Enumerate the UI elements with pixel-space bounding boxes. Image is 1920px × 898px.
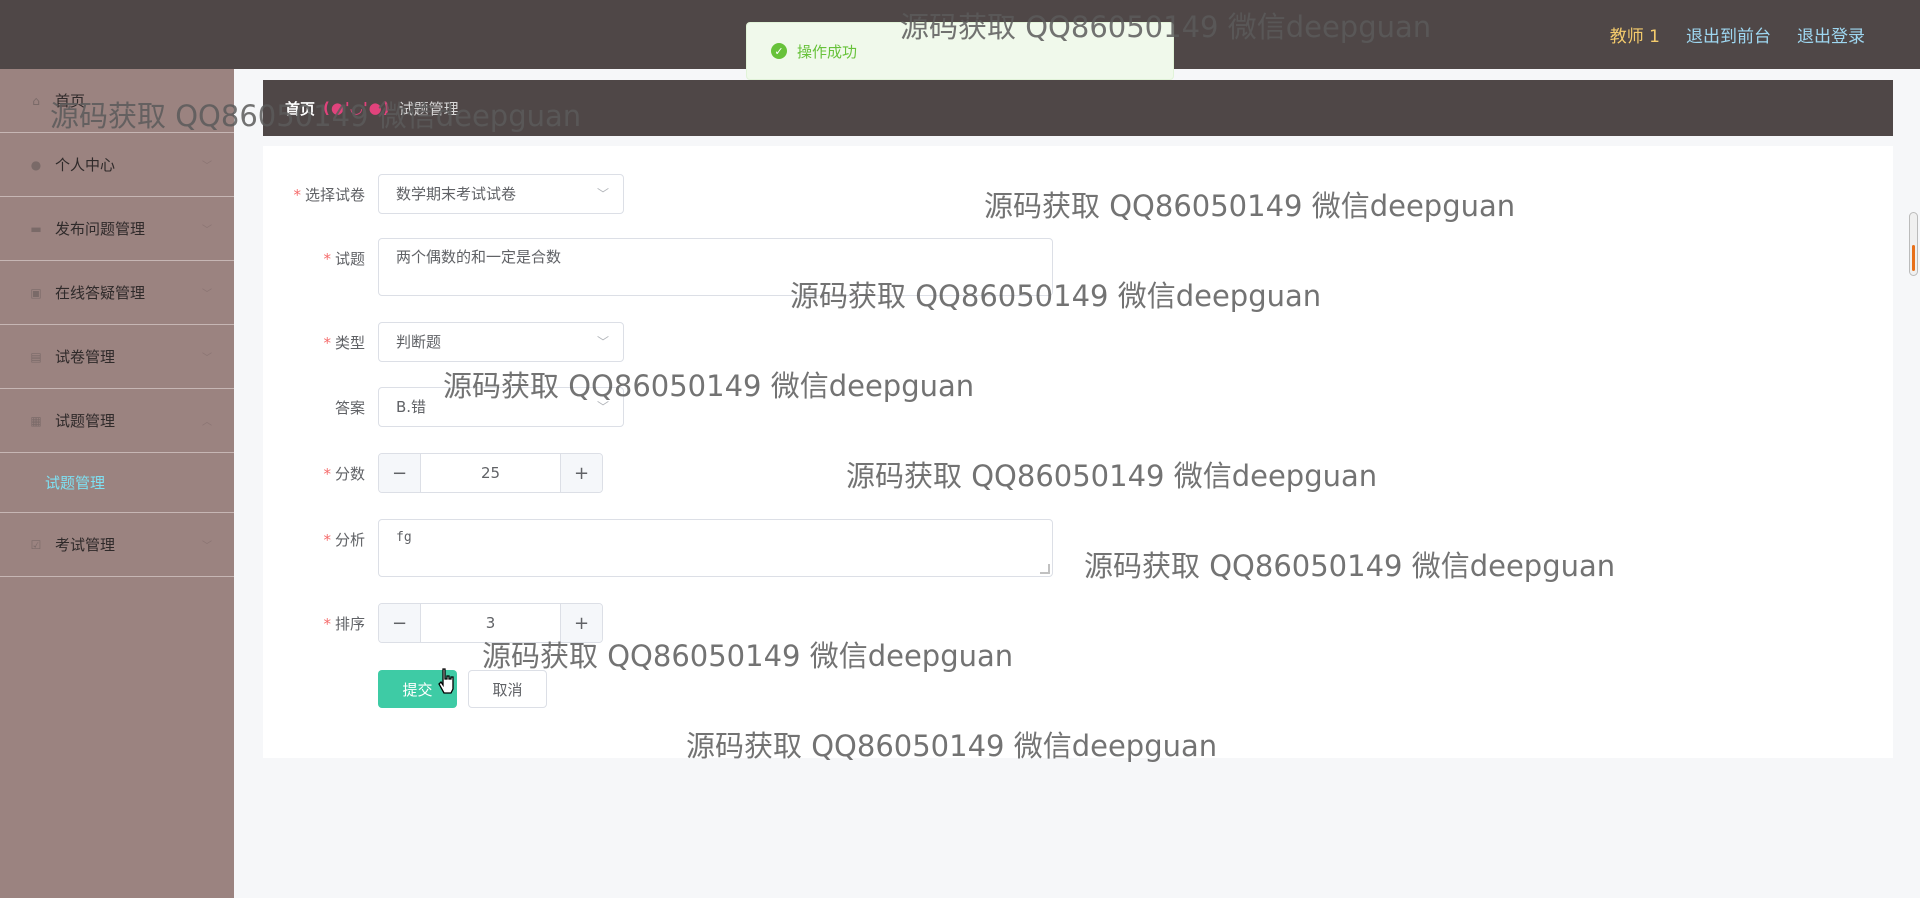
sidebar-item-paper-management[interactable]: ▤ 试卷管理 ﹀ [0, 325, 234, 389]
exit-to-frontend-link[interactable]: 退出到前台 [1686, 22, 1771, 47]
type-select[interactable]: 判断题 ﹀ [378, 322, 624, 362]
sidebar-item-profile[interactable]: ● 个人中心 ﹀ [0, 133, 234, 197]
table-icon: ▦ [30, 413, 42, 428]
logout-link[interactable]: 退出登录 [1797, 22, 1865, 47]
chevron-down-icon: ﹀ [202, 225, 212, 236]
home-icon: ⌂ [32, 93, 40, 108]
question-label: * 试题 [323, 250, 365, 268]
resize-handle-icon[interactable] [1040, 564, 1050, 574]
sidebar-item-home[interactable]: ⌂ 首页 [0, 69, 234, 133]
cancel-button[interactable]: 取消 [468, 670, 547, 708]
order-decrease-button[interactable]: − [379, 604, 421, 642]
sidebar-item-online-qa[interactable]: ▣ 在线答疑管理 ﹀ [0, 261, 234, 325]
breadcrumb: 首页 (●'◡'●) 试题管理 [263, 80, 1893, 136]
page-scrollbar[interactable] [1909, 212, 1918, 276]
clipboard-icon: ▣ [30, 285, 42, 300]
score-stepper: − 25 + [378, 453, 603, 493]
chevron-down-icon: ﹀ [202, 289, 212, 300]
score-increase-button[interactable]: + [560, 454, 602, 492]
hand-cursor-icon [438, 668, 454, 694]
sidebar-item-label: 考试管理 [55, 536, 116, 554]
header-links: 教师 1 退出到前台 退出登录 [1610, 22, 1865, 47]
answer-select[interactable]: B.错 ﹀ [378, 387, 624, 427]
sidebar-item-label: 试题管理 [55, 412, 116, 430]
chevron-down-icon: ﹀ [202, 541, 212, 552]
score-decrease-button[interactable]: − [379, 454, 421, 492]
paper-label: * 选择试卷 [293, 186, 365, 204]
breadcrumb-home[interactable]: 首页 [285, 98, 315, 119]
check-circle-icon: ✓ [771, 43, 787, 59]
sidebar-item-label: 在线答疑管理 [55, 284, 146, 302]
breadcrumb-current: 试题管理 [398, 99, 459, 118]
sidebar-item-label: 个人中心 [55, 156, 116, 174]
sidebar-item-exam-management[interactable]: ☑ 考试管理 ﹀ [0, 513, 234, 577]
chevron-down-icon: ﹀ [202, 161, 212, 172]
order-stepper: − 3 + [378, 603, 603, 643]
sidebar-item-publish-question[interactable]: ▬ 发布问题管理 ﹀ [0, 197, 234, 261]
paper-select[interactable]: 数学期末考试试卷 ﹀ [378, 174, 624, 214]
toast-message: 操作成功 [797, 42, 858, 61]
order-label: * 排序 [323, 615, 365, 633]
chevron-down-icon: ﹀ [596, 335, 609, 349]
score-input[interactable]: 25 [421, 454, 560, 492]
sidebar-item-label: 试卷管理 [55, 348, 116, 366]
chart-icon: ▤ [30, 349, 42, 364]
chevron-down-icon: ﹀ [596, 187, 609, 201]
chevron-down-icon: ﹀ [596, 400, 609, 414]
chevron-down-icon: ﹀ [202, 353, 212, 364]
sidebar-item-question-management[interactable]: ▦ 试题管理 ︿ [0, 389, 234, 453]
sidebar-item-label: 发布问题管理 [55, 220, 146, 238]
sidebar: ⌂ 首页 ● 个人中心 ﹀ ▬ 发布问题管理 ﹀ ▣ 在线答疑管理 ﹀ ▤ 试卷… [0, 69, 234, 898]
chevron-up-icon: ︿ [202, 417, 212, 428]
analysis-label: * 分析 [323, 531, 365, 549]
answer-label: 答案 [334, 399, 365, 417]
score-label: * 分数 [323, 465, 365, 483]
sidebar-item-label: 首页 [55, 92, 86, 110]
briefcase-icon: ▬ [30, 221, 42, 236]
checkbox-icon: ☑ [30, 537, 42, 552]
success-toast: ✓ 操作成功 [746, 22, 1174, 80]
analysis-textarea[interactable]: fg [378, 519, 1053, 577]
type-label: * 类型 [323, 334, 365, 352]
question-form: * 选择试卷 数学期末考试试卷 ﹀ * 试题 两个偶数的和一定是合数 * 类型 判断题 ﹀… [263, 146, 1893, 758]
order-increase-button[interactable]: + [560, 604, 602, 642]
question-textarea[interactable]: 两个偶数的和一定是合数 [378, 238, 1053, 296]
sidebar-subitem-question-management[interactable]: 试题管理 [0, 453, 234, 513]
scrollbar-thumb[interactable] [1912, 245, 1915, 271]
current-user: 教师 1 [1609, 27, 1660, 47]
user-icon: ● [30, 157, 42, 172]
order-input[interactable]: 3 [421, 604, 560, 642]
breadcrumb-separator: (●'◡'●) [323, 99, 391, 117]
